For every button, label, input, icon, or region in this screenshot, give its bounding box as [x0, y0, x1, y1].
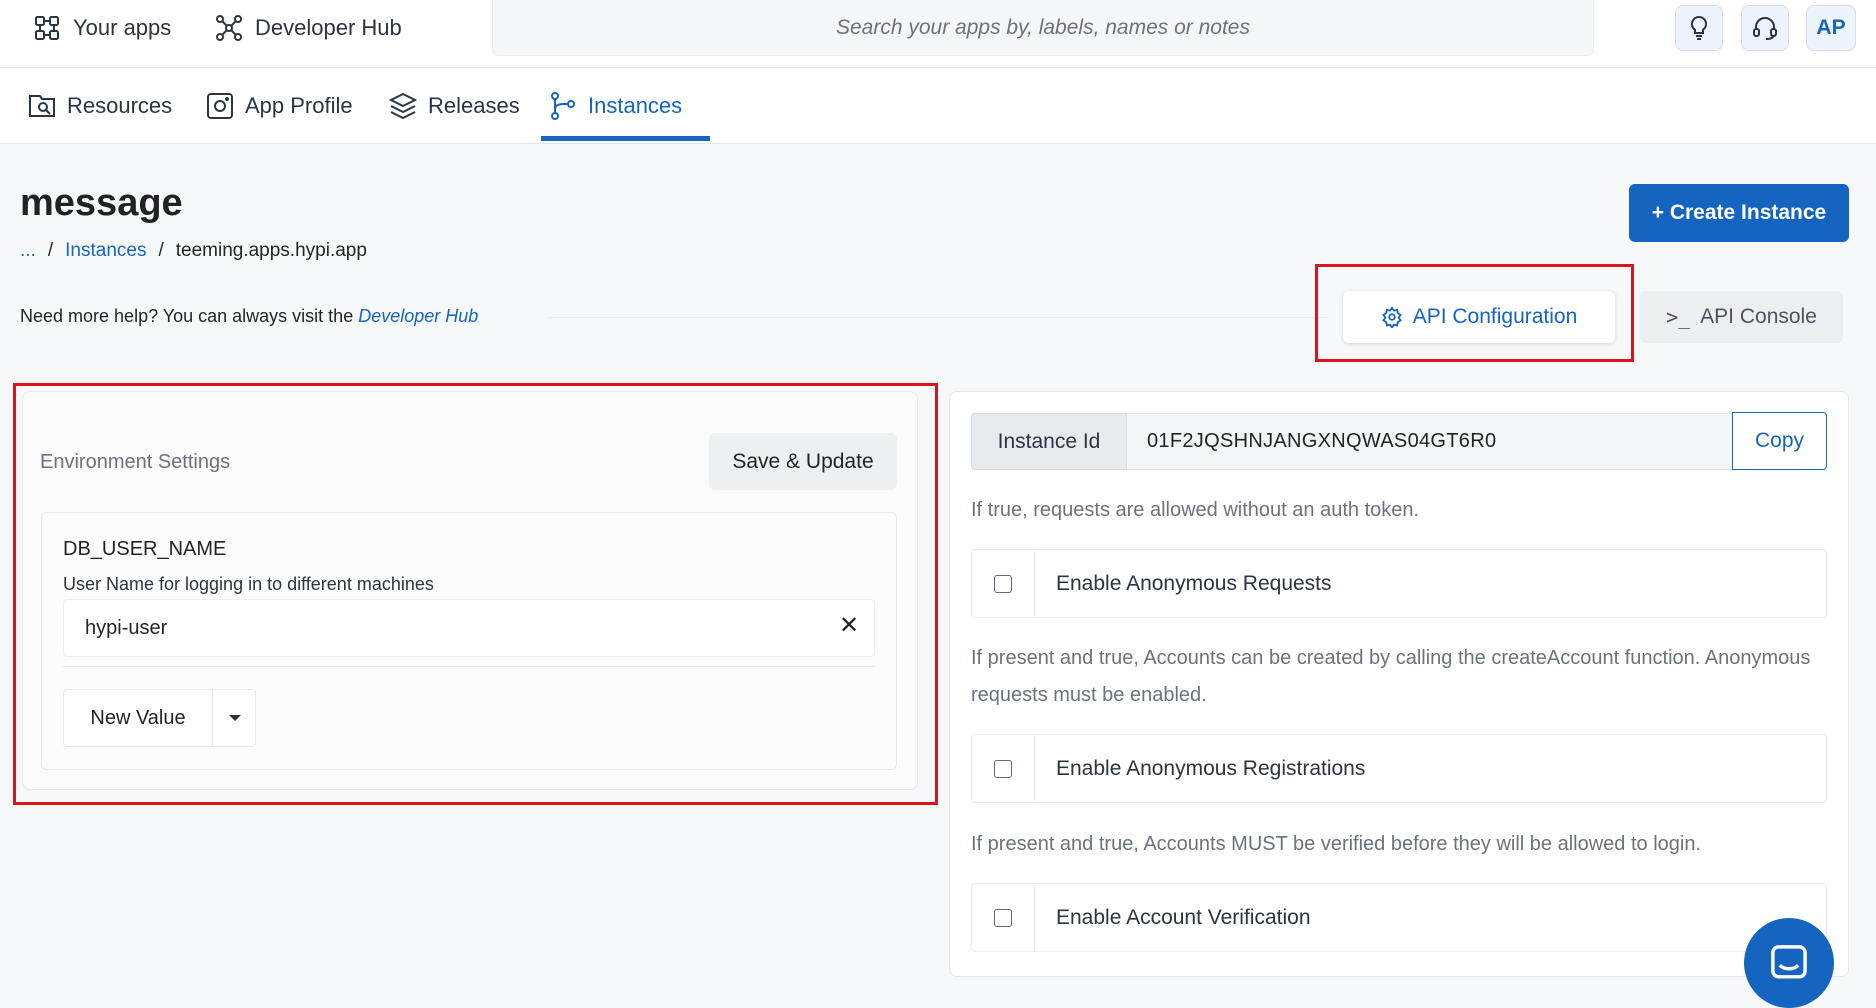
terminal-icon: >_: [1666, 305, 1691, 329]
instance-id-value: 01F2JQSHNJANGXNQWAS04GT6R0: [1147, 430, 1497, 452]
developer-hub-link[interactable]: Developer Hub: [215, 12, 402, 44]
option-description: If true, requests are allowed without an…: [971, 499, 1420, 521]
breadcrumb-current: teeming.apps.hypi.app: [175, 240, 367, 261]
tips-button[interactable]: [1675, 5, 1723, 51]
anonymous-registrations-checkbox[interactable]: [994, 759, 1012, 778]
option-description: If present and true, Accounts can be cre…: [971, 647, 1811, 706]
top-bar: Your apps Developer Hub Search your apps…: [0, 0, 1876, 68]
api-console-label: API Console: [1700, 305, 1817, 328]
your-apps-label: Your apps: [73, 15, 172, 40]
tab-app-profile-label: App Profile: [245, 93, 353, 118]
hub-icon: [216, 15, 242, 41]
option-description: If present and true, Accounts MUST be ve…: [971, 833, 1702, 855]
option-label: Enable Anonymous Registrations: [1056, 756, 1366, 780]
create-instance-button[interactable]: + Create Instance: [1629, 184, 1849, 242]
new-value-split-button: New Value: [63, 689, 256, 747]
apps-icon: [35, 16, 59, 40]
avatar[interactable]: AP: [1806, 5, 1856, 51]
search-placeholder: Search your apps by, labels, names or no…: [835, 15, 1250, 39]
divider: [548, 317, 1328, 318]
tab-releases-label: Releases: [428, 93, 520, 118]
layers-icon: [388, 92, 418, 120]
divider: [63, 666, 875, 667]
branch-icon: [551, 92, 575, 120]
checkbox-cell: [972, 884, 1035, 951]
lightbulb-icon: [1690, 15, 1708, 40]
tab-releases[interactable]: Releases: [388, 68, 520, 144]
api-configuration-label: API Configuration: [1412, 305, 1578, 328]
support-button[interactable]: [1741, 5, 1789, 51]
tab-instances-label: Instances: [588, 93, 683, 118]
variable-value: hypi-user: [85, 616, 168, 639]
variable-name: DB_USER_NAME: [63, 538, 227, 560]
breadcrumb-ellipsis[interactable]: ...: [20, 240, 36, 262]
developer-hub-help-link[interactable]: Developer Hub: [358, 306, 478, 326]
resources-icon: [29, 95, 55, 117]
api-console-tab[interactable]: >_ API Console: [1640, 291, 1843, 343]
tab-bar: Resources App Profile Releases Instances: [0, 68, 1876, 144]
your-apps-link[interactable]: Your apps: [33, 12, 171, 44]
save-update-button[interactable]: Save & Update: [709, 433, 897, 490]
chat-launcher-button[interactable]: [1744, 918, 1834, 1008]
help-prefix: Need more help? You can always visit the: [20, 306, 359, 326]
gear-icon: [1381, 306, 1402, 328]
instance-id-label: Instance Id: [971, 413, 1127, 470]
variable-value-input[interactable]: hypi-user: [63, 599, 875, 657]
caret-down-icon: [228, 715, 241, 721]
breadcrumb: ... / Instances / teeming.apps.hypi.app: [20, 240, 367, 262]
api-configuration-tab[interactable]: API Configuration: [1343, 291, 1615, 343]
page-title: message: [20, 182, 183, 224]
option-label: Enable Anonymous Requests: [1056, 571, 1332, 595]
option-row-anonymous-requests: Enable Anonymous Requests: [971, 549, 1827, 618]
environment-settings-title: Environment Settings: [40, 451, 231, 473]
tab-resources-label: Resources: [67, 93, 173, 118]
checkbox-cell: [972, 550, 1035, 617]
copy-button[interactable]: Copy: [1732, 412, 1827, 470]
breadcrumb-instances[interactable]: Instances: [65, 240, 146, 262]
tab-app-profile[interactable]: App Profile: [205, 68, 353, 144]
headset-icon: [1753, 17, 1777, 40]
new-value-dropdown-toggle[interactable]: [213, 690, 256, 746]
close-icon[interactable]: ✕: [836, 612, 862, 639]
tab-resources[interactable]: Resources: [27, 68, 172, 144]
anonymous-requests-checkbox[interactable]: [994, 574, 1012, 593]
breadcrumb-separator: /: [158, 240, 164, 261]
option-row-account-verification: Enable Account Verification: [971, 883, 1827, 952]
tab-instances[interactable]: Instances: [548, 68, 682, 144]
option-label: Enable Account Verification: [1056, 905, 1311, 929]
new-value-button[interactable]: New Value: [64, 690, 212, 746]
breadcrumb-separator: /: [47, 240, 54, 261]
active-tab-indicator: [541, 136, 710, 141]
help-text: Need more help? You can always visit the…: [20, 306, 478, 327]
checkbox-cell: [972, 735, 1035, 802]
option-row-anonymous-registrations: Enable Anonymous Registrations: [971, 734, 1827, 803]
variable-description: User Name for logging in to different ma…: [63, 574, 434, 594]
developer-hub-label: Developer Hub: [255, 15, 402, 40]
search-input[interactable]: Search your apps by, labels, names or no…: [492, 0, 1594, 56]
instance-id-field[interactable]: 01F2JQSHNJANGXNQWAS04GT6R0: [1127, 413, 1733, 470]
account-verification-checkbox[interactable]: [994, 908, 1012, 927]
app-profile-icon: [207, 93, 233, 119]
chat-icon: [1771, 945, 1807, 979]
